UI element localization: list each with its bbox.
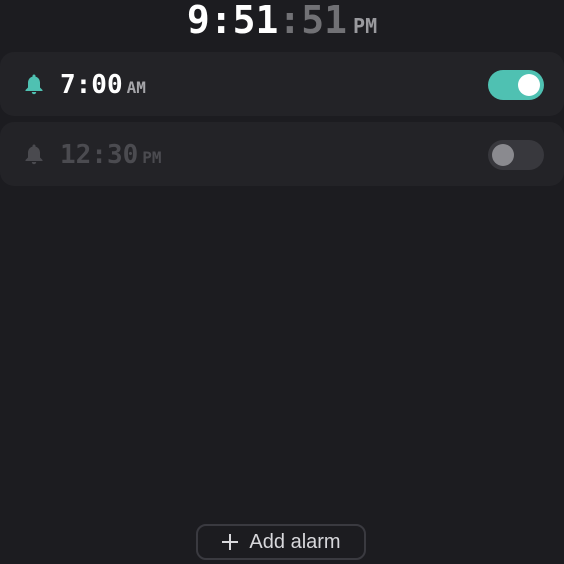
toggle-knob (492, 144, 514, 166)
plus-icon (222, 534, 239, 550)
alarm-item[interactable]: 7:00 AM (0, 52, 564, 116)
clock-period: PM (353, 14, 378, 38)
clock-seconds: :51 (278, 0, 348, 42)
add-alarm-label: Add alarm (249, 530, 341, 553)
alarm-toggle[interactable] (488, 70, 544, 100)
alarm-time-value: 12:30 (60, 140, 139, 170)
alarm-toggle[interactable] (488, 140, 544, 170)
alarm-period: AM (126, 78, 146, 97)
add-alarm-button[interactable]: Add alarm (196, 524, 366, 560)
toggle-knob (518, 74, 540, 96)
alarm-item[interactable]: 12:30 PM (0, 122, 564, 186)
clock-hours-minutes: 9:51 (186, 0, 279, 42)
alarm-time-value: 7:00 (60, 70, 123, 100)
alarm-time: 12:30 PM (60, 122, 162, 186)
bell-icon (24, 143, 44, 165)
alarm-period: PM (142, 148, 162, 167)
alarm-time: 7:00 AM (60, 52, 146, 116)
bell-icon (24, 73, 44, 95)
current-time-display: 9:51:51 PM (0, 0, 564, 54)
